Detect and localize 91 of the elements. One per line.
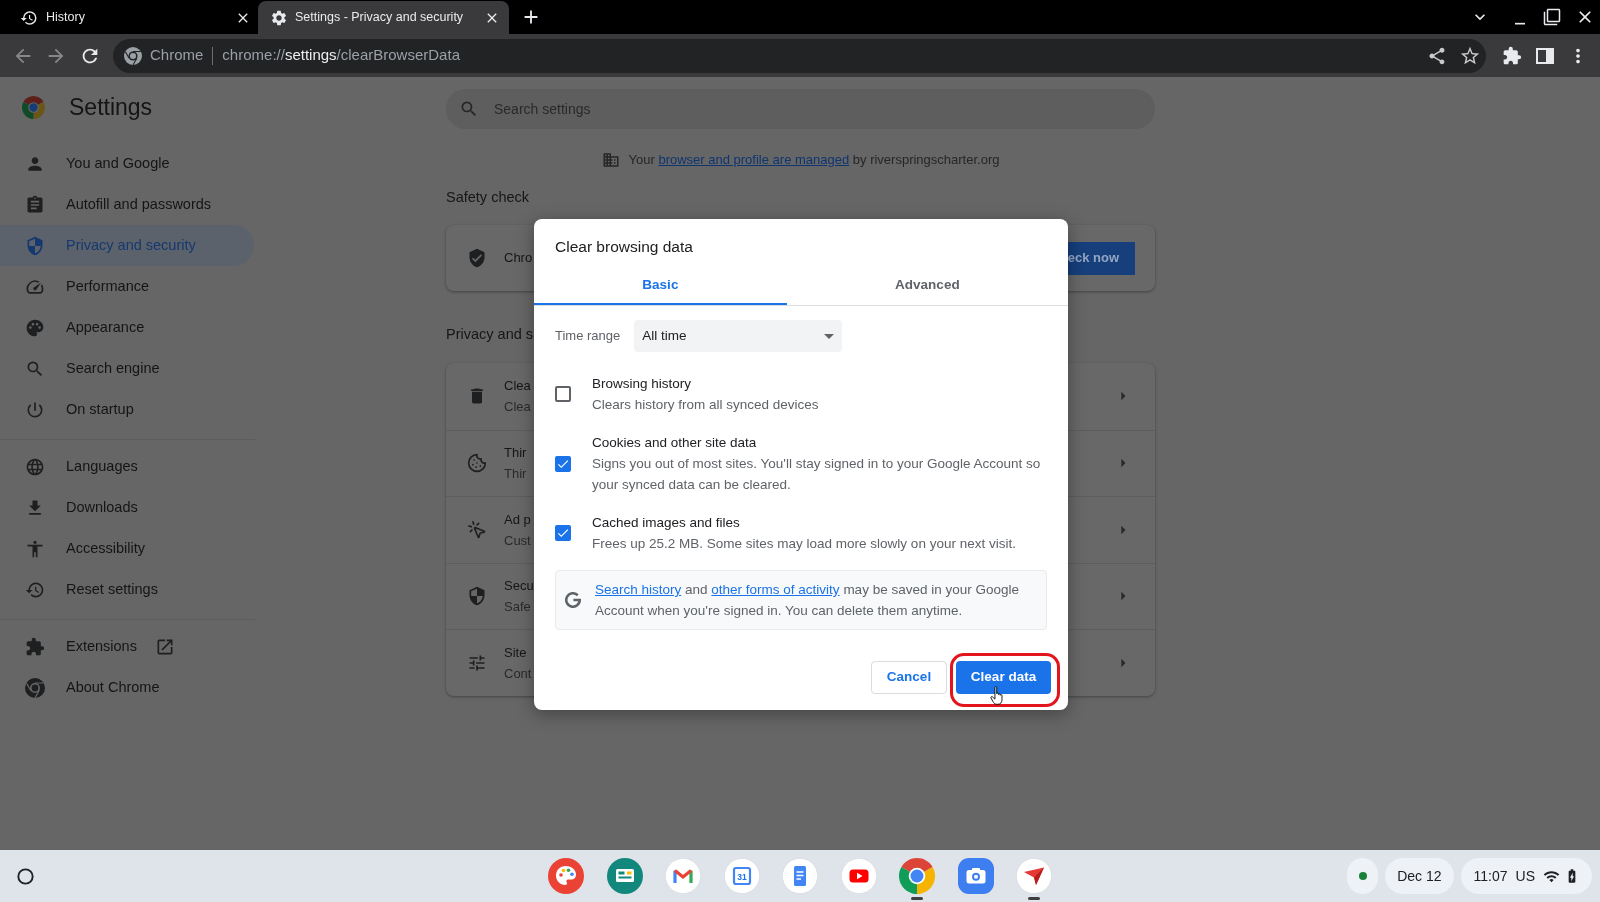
section-heading: Safety check [446, 188, 529, 207]
row-subtitle: Clea [504, 398, 531, 417]
accessibility-icon [25, 538, 45, 559]
checkmark-icon [556, 526, 570, 540]
row-title: Clea [504, 377, 531, 396]
shield-icon [25, 235, 45, 256]
sidebar-item[interactable]: Performance [0, 266, 254, 307]
checkbox[interactable] [555, 386, 571, 402]
url-text: chrome://settings/clearBrowserData [222, 45, 460, 66]
sidebar-item[interactable]: Extensions [0, 626, 254, 667]
history-icon [20, 8, 38, 27]
sidebar-item[interactable]: Search engine [0, 348, 254, 389]
puzzle-piece-icon [25, 636, 45, 657]
paper-plane-app-icon[interactable] [1016, 858, 1052, 894]
row-title: Ad p [504, 510, 531, 529]
browser-logo-icon [25, 677, 45, 698]
palette-icon [25, 317, 45, 338]
sidebar-item[interactable]: Downloads [0, 487, 254, 528]
sidebar-item[interactable]: About Chrome [0, 667, 254, 708]
settings-title: Settings [69, 93, 153, 123]
address-bar[interactable]: Chrome chrome://settings/clearBrowserData [113, 38, 1486, 73]
row-subtitle: Cont [504, 664, 532, 683]
browser-logo-icon [124, 46, 142, 65]
cursor-click-icon [467, 519, 487, 540]
sidebar-item[interactable]: Accessibility [0, 528, 254, 569]
option-title: Cookies and other site data [592, 434, 757, 452]
video-play-app-icon[interactable] [840, 858, 877, 894]
option-description: Clears history from all synced devices [592, 396, 819, 414]
palette-app-icon[interactable] [548, 858, 584, 894]
restore-icon[interactable] [1543, 8, 1561, 26]
cancel-button[interactable]: Cancel [871, 661, 947, 694]
puzzle-piece-icon[interactable] [1502, 45, 1522, 66]
option-description: Frees up 25.2 MB. Some sites may load more slowly on your next visit. [592, 535, 1016, 553]
date-button[interactable]: Dec 12 [1385, 858, 1454, 894]
sidebar-item[interactable]: Languages [0, 446, 254, 487]
cookie-icon [467, 453, 487, 474]
calendar-app-icon[interactable]: 31 [723, 858, 760, 894]
info-text: Search history and other forms of activity may be saved in your Google Account when you're signed in. You can delete them anytime. [595, 581, 1020, 620]
managed-notice: Your browser and profile are managed by riverspringscharter.org [628, 151, 1000, 170]
row-title: Site [504, 643, 527, 662]
dialog-tab[interactable]: Advanced [786, 267, 1068, 305]
option-description: Signs you out of most sites. You'll stay signed in to your Google Account so your synced data can be cleared. [592, 455, 1042, 494]
action-button[interactable]: eck now [1068, 241, 1135, 275]
system-tray-button[interactable]: 11:07 US [1460, 858, 1592, 894]
inline-link[interactable]: Search history [595, 582, 682, 597]
status-button[interactable] [1347, 858, 1379, 894]
dropdown-caret-icon [824, 333, 835, 339]
clear-data-button[interactable]: Clear data [956, 661, 1051, 694]
browser-app-icon[interactable] [899, 858, 935, 894]
presentation-board-app-icon[interactable] [606, 858, 643, 894]
camera-app-icon[interactable] [957, 858, 994, 894]
clipboard-icon [25, 194, 45, 215]
document-app-icon[interactable] [782, 858, 818, 894]
time-range-select[interactable]: All time [634, 320, 843, 352]
option-title: Cached images and files [592, 514, 740, 532]
shield-check-icon [467, 248, 487, 268]
globe-icon [25, 456, 45, 477]
row-subtitle: Thir [504, 465, 527, 484]
row-title: Secu [504, 577, 534, 596]
browser-logo-icon [22, 96, 45, 119]
checkbox[interactable] [555, 525, 571, 541]
g-logo-icon [565, 592, 581, 608]
shield-icon [467, 586, 487, 607]
sidebar-item[interactable]: Appearance [0, 307, 254, 348]
row-title: Thir [504, 444, 527, 463]
site-label: Chrome [150, 45, 204, 66]
dialog-tab[interactable]: Basic [534, 267, 787, 305]
browser-tab[interactable]: Settings - Privacy and security [258, 1, 509, 34]
hand-cursor-icon [990, 686, 1003, 705]
time-range-label: Time range [555, 327, 621, 346]
sidebar-item[interactable]: Autofill and passwords [0, 184, 254, 225]
sidebar-item[interactable]: You and Google [0, 143, 254, 184]
search-icon [459, 99, 479, 119]
inline-link[interactable]: browser and profile are managed [658, 152, 850, 168]
mail-app-icon[interactable] [665, 858, 701, 894]
share-icon[interactable] [1427, 45, 1447, 66]
status-dot-icon [1358, 872, 1367, 880]
row-subtitle: Cust [504, 531, 531, 550]
row-subtitle: Safe [504, 598, 531, 617]
section-heading: Privacy and s [446, 325, 534, 344]
launcher-circle-icon[interactable] [17, 867, 34, 885]
row-title: Chro [504, 249, 533, 268]
building-icon [601, 151, 620, 169]
gear-icon [270, 8, 288, 27]
dialog-title: Clear browsing data [555, 237, 693, 257]
sidebar-item[interactable]: Reset settings [0, 569, 254, 610]
checkbox[interactable] [555, 455, 571, 472]
inline-link[interactable]: other forms of activity [711, 582, 840, 597]
sidebar-item[interactable]: On startup [0, 389, 254, 430]
option-title: Browsing history [592, 375, 692, 393]
side-panel-icon[interactable] [1536, 47, 1554, 64]
